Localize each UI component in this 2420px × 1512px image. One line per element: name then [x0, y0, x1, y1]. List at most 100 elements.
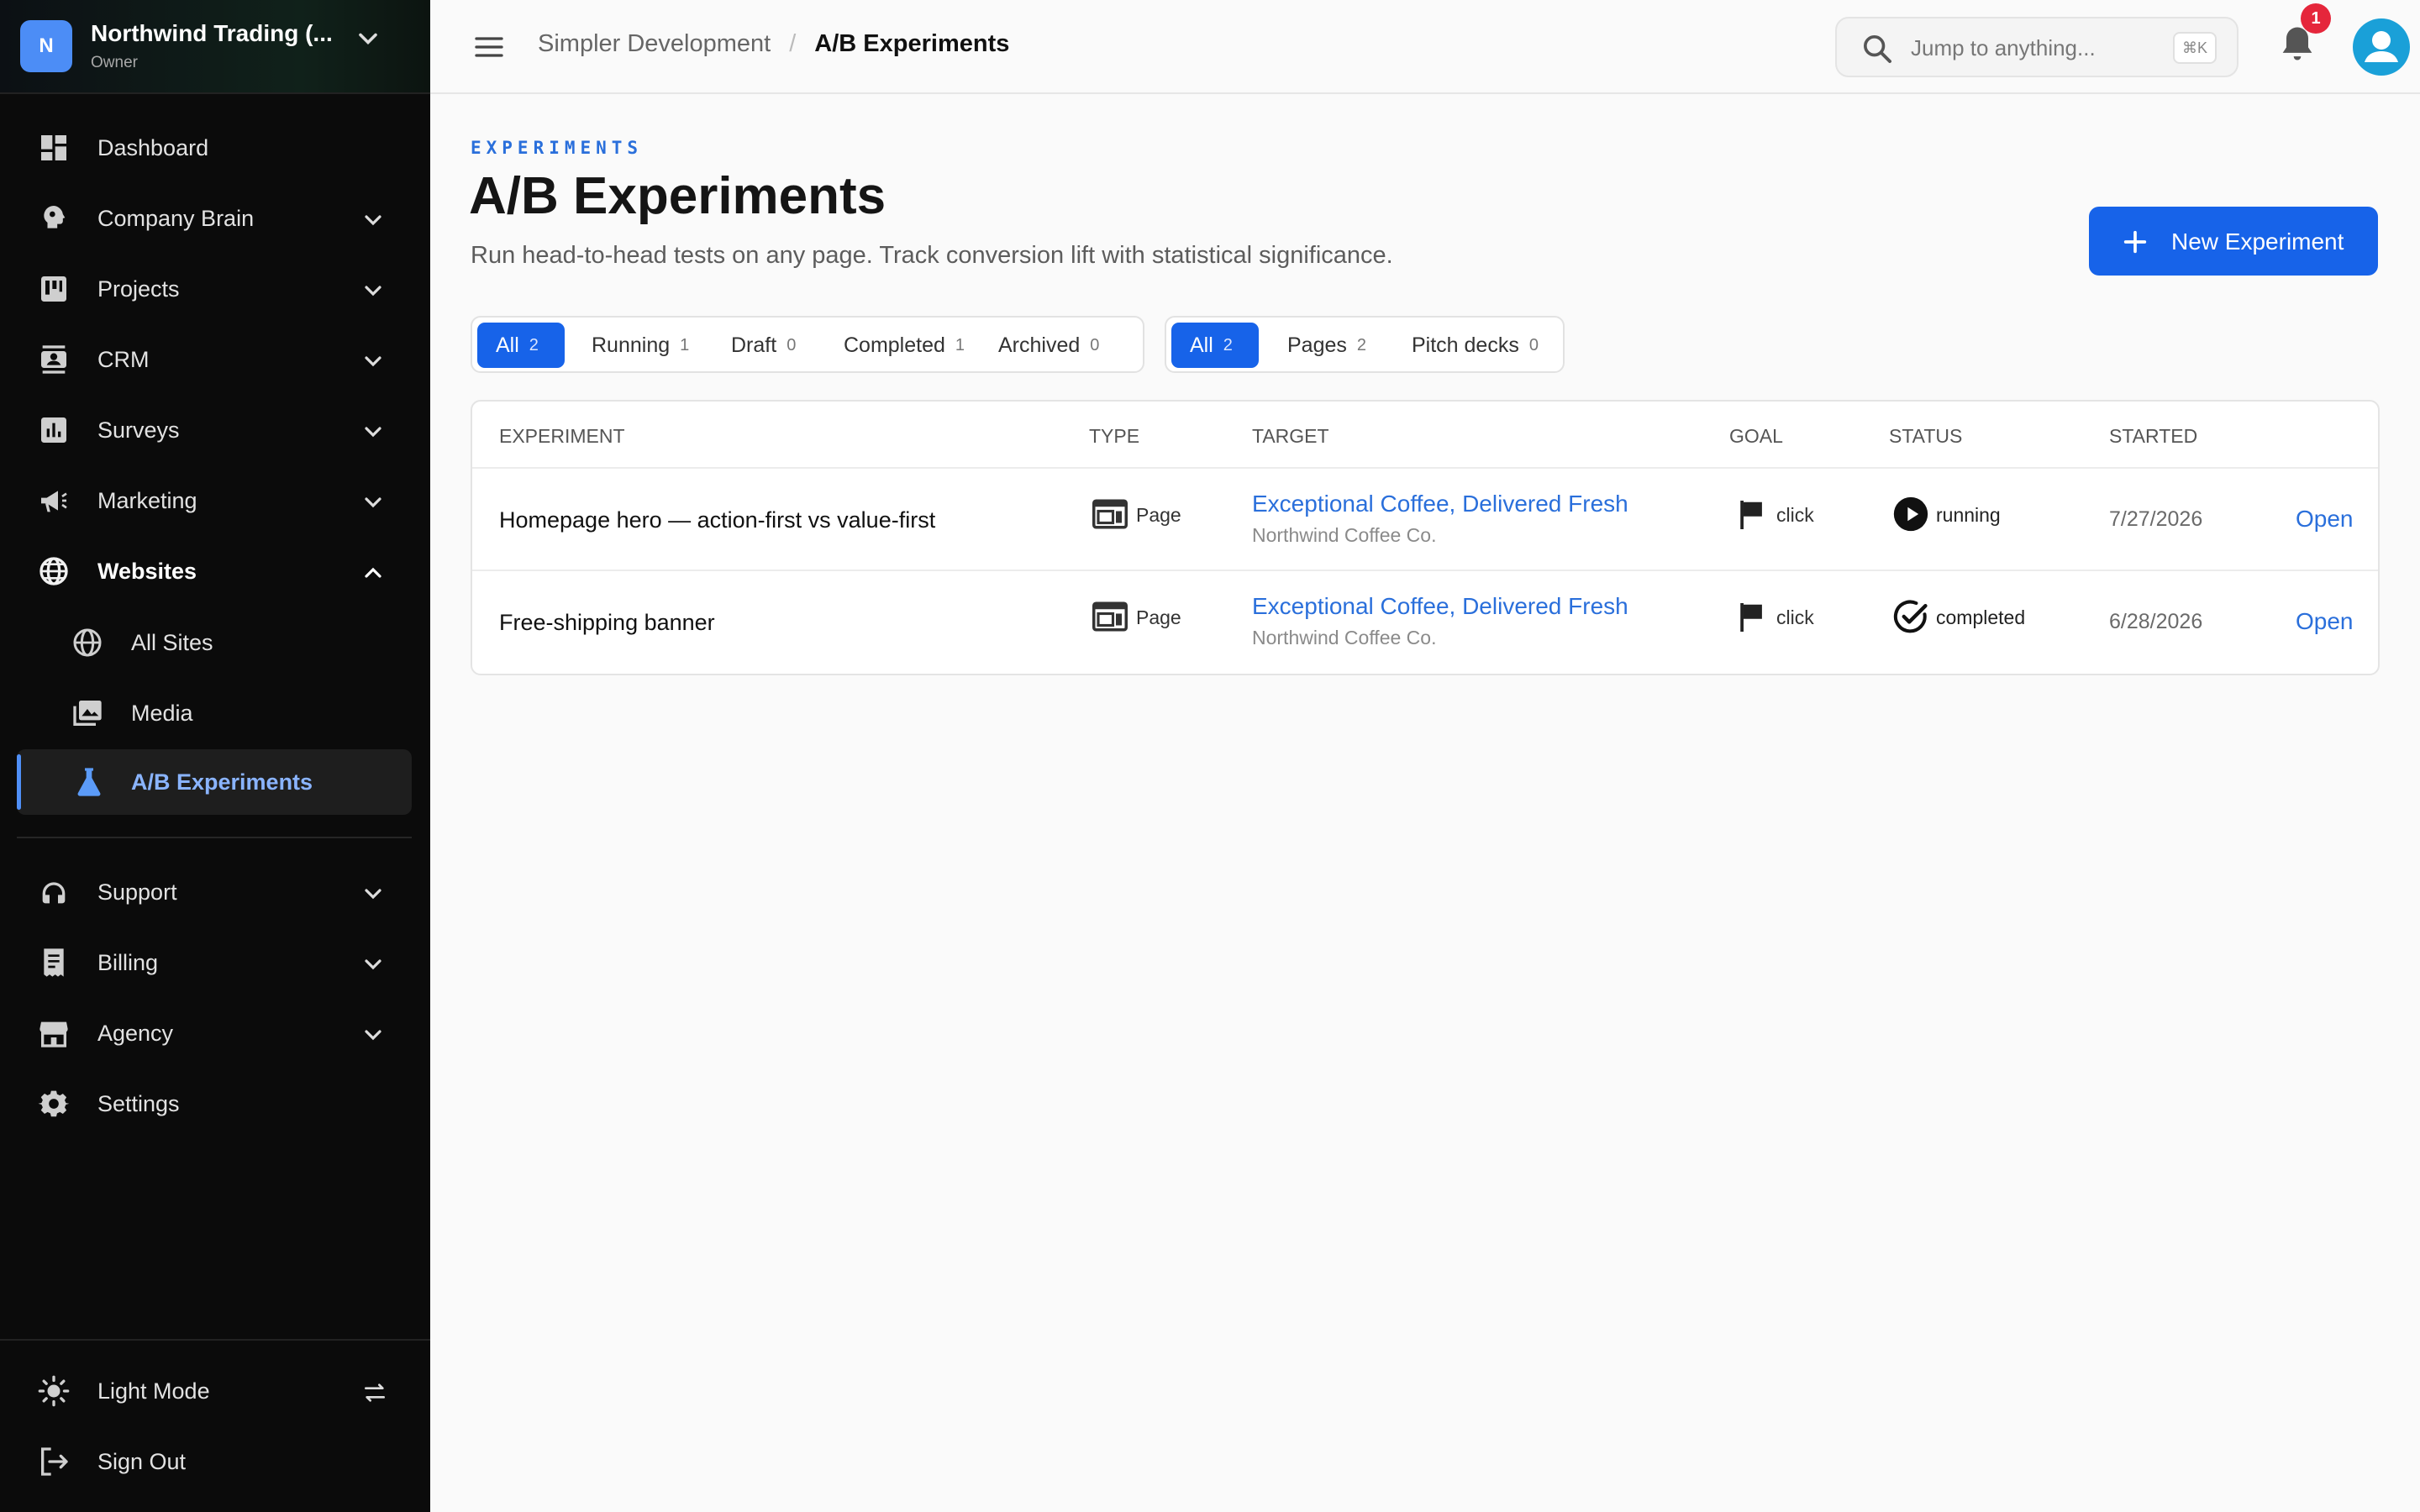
nav-agency[interactable]: Agency — [20, 1001, 410, 1065]
gear-icon — [38, 1090, 70, 1117]
nav-billing[interactable]: Billing — [20, 931, 410, 995]
filter-status-all[interactable]: All 2 — [477, 323, 565, 368]
page-subtitle: Run head-to-head tests on any page. Trac… — [471, 242, 1393, 269]
chevron-down-icon — [365, 215, 381, 226]
sub-nav-ab-experiments[interactable]: A/B Experiments — [17, 749, 412, 815]
globe-icon — [39, 557, 68, 585]
chevron-down-icon — [365, 889, 381, 900]
nav-company-brain[interactable]: Company Brain — [20, 186, 410, 250]
contact-card-icon — [41, 345, 66, 374]
nav-marketing[interactable]: Marketing — [20, 469, 410, 533]
experiment-type: Page — [1136, 606, 1181, 628]
sun-icon — [38, 1375, 70, 1407]
new-experiment-button[interactable]: New Experiment — [2089, 207, 2378, 276]
filter-status-running[interactable]: Running 1 — [573, 323, 708, 368]
filter-count: 0 — [1090, 335, 1100, 354]
filter-status-completed[interactable]: Completed 1 — [825, 323, 976, 368]
breadcrumb-separator: / — [789, 30, 797, 57]
sign-out-label: Sign Out — [97, 1448, 187, 1474]
table-row[interactable]: Homepage hero — action-first vs value-fi… — [472, 469, 2378, 571]
nav-label: Marketing — [97, 487, 197, 513]
chevron-down-icon — [365, 497, 381, 508]
play-circle-icon — [1893, 496, 1928, 532]
column-header: EXPERIMENT — [499, 425, 625, 447]
table-row[interactable]: Free-shipping banner Page Exceptional Co… — [472, 571, 2378, 674]
filter-label: All — [1190, 333, 1213, 357]
search-placeholder: Jump to anything... — [1911, 35, 2096, 60]
filter-count: 0 — [786, 335, 797, 354]
nav-surveys[interactable]: Surveys — [20, 398, 410, 462]
breadcrumb: Simpler Development / A/B Experiments — [538, 30, 1009, 58]
nav-label: Dashboard — [97, 134, 209, 160]
filter-count: 2 — [529, 335, 539, 354]
goal-value: click — [1776, 504, 1814, 526]
nav-label: Projects — [97, 276, 180, 302]
target-site: Northwind Coffee Co. — [1252, 524, 1437, 546]
org-avatar: N — [20, 20, 72, 72]
nav-label: CRM — [97, 346, 150, 372]
filter-count: 1 — [955, 335, 965, 354]
brain-icon — [44, 206, 66, 228]
page-title: A/B Experiments — [469, 167, 886, 225]
sidebar-divider — [17, 837, 412, 838]
filter-count: 1 — [680, 335, 690, 354]
nav-label: Websites — [97, 558, 197, 584]
target-site: Northwind Coffee Co. — [1252, 627, 1437, 648]
filter-type-pitch-decks[interactable]: Pitch decks 0 — [1393, 323, 1558, 368]
page-eyebrow: EXPERIMENTS — [471, 138, 644, 158]
web-page-icon — [1092, 601, 1128, 632]
nav-label: Billing — [97, 949, 159, 975]
nav-crm[interactable]: CRM — [20, 328, 410, 391]
open-link[interactable]: Open — [2296, 608, 2354, 635]
filter-type-all[interactable]: All 2 — [1171, 323, 1259, 368]
nav-dashboard[interactable]: Dashboard — [20, 116, 410, 180]
target-link[interactable]: Exceptional Coffee, Delivered Fresh — [1252, 593, 1628, 620]
filter-count: 2 — [1356, 335, 1367, 354]
sub-nav-label: All Sites — [131, 630, 213, 655]
hamburger-menu-icon[interactable] — [472, 30, 506, 64]
light-mode-toggle[interactable]: Light Mode — [20, 1359, 410, 1423]
sub-nav-all-sites[interactable]: All Sites — [50, 610, 410, 675]
filter-label: Draft — [731, 333, 777, 357]
nav-settings[interactable]: Settings — [20, 1072, 410, 1136]
filter-label: Pitch decks — [1412, 333, 1519, 357]
filter-count: 0 — [1528, 335, 1539, 354]
search-input[interactable]: Jump to anything... ⌘K — [1835, 17, 2238, 77]
receipt-icon — [44, 948, 64, 977]
search-shortcut: ⌘K — [2173, 32, 2217, 64]
experiments-table: EXPERIMENT TYPE TARGET GOAL STATUS START… — [471, 400, 2380, 675]
sub-nav-media[interactable]: Media — [50, 680, 410, 746]
filter-type-pages[interactable]: Pages 2 — [1269, 323, 1386, 368]
active-indicator — [17, 754, 21, 810]
breadcrumb-parent[interactable]: Simpler Development — [538, 30, 771, 58]
headset-icon — [42, 882, 66, 904]
flag-icon — [1740, 603, 1762, 632]
filter-label: Running — [592, 333, 671, 357]
sub-nav-label: Media — [131, 701, 193, 726]
filter-status-draft[interactable]: Draft 0 — [713, 323, 822, 368]
person-icon — [2365, 31, 2398, 62]
nav-projects[interactable]: Projects — [20, 257, 410, 321]
chevron-down-icon — [365, 427, 381, 438]
org-switcher[interactable]: N Northwind Trading (... Owner — [0, 0, 430, 94]
started-date: 6/28/2026 — [2109, 610, 2203, 633]
nav-label: Agency — [97, 1020, 174, 1046]
target-link[interactable]: Exceptional Coffee, Delivered Fresh — [1252, 491, 1628, 517]
column-header: TARGET — [1252, 425, 1329, 447]
open-link[interactable]: Open — [2296, 506, 2354, 533]
chevron-down-icon — [365, 356, 381, 367]
status-badge: running — [1936, 504, 2001, 526]
dashboard-icon — [41, 135, 66, 160]
nav-websites[interactable]: Websites — [20, 539, 410, 603]
sub-nav-label: A/B Experiments — [131, 769, 313, 795]
sign-out-button[interactable]: Sign Out — [20, 1430, 410, 1494]
swap-icon — [365, 1383, 385, 1402]
chevron-down-icon — [365, 286, 381, 297]
megaphone-icon — [41, 491, 67, 512]
experiment-name: Free-shipping banner — [499, 610, 715, 635]
nav-support[interactable]: Support — [20, 860, 410, 924]
goal-value: click — [1776, 606, 1814, 628]
filter-status-archived[interactable]: Archived 0 — [980, 323, 1138, 368]
sidebar-divider — [0, 1339, 430, 1341]
user-avatar[interactable] — [2353, 18, 2410, 76]
